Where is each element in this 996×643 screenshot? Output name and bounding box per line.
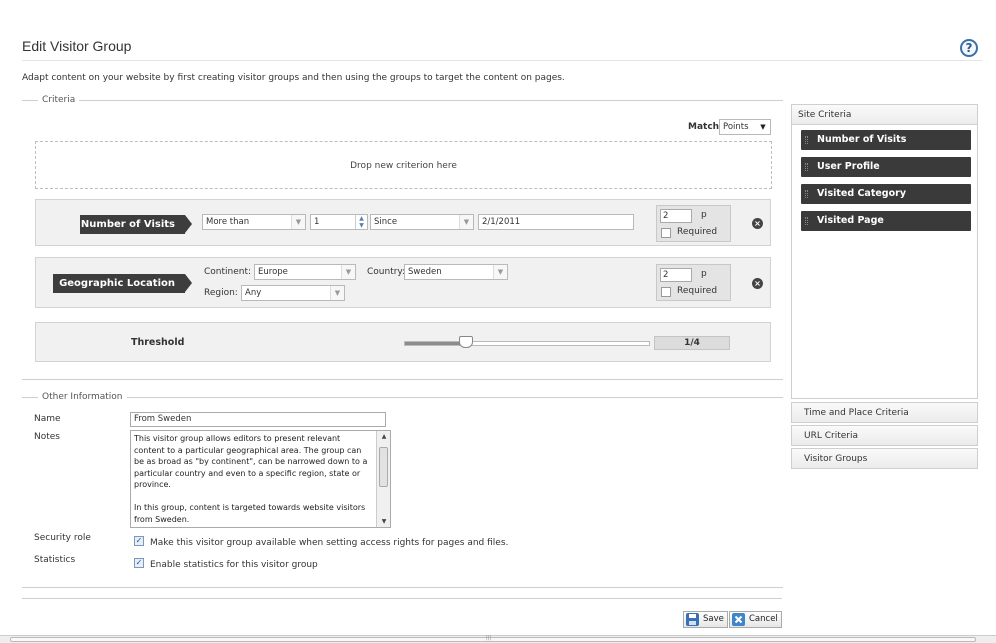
save-button[interactable]: Save bbox=[683, 611, 728, 628]
site-criteria-header[interactable]: Site Criteria bbox=[792, 105, 977, 125]
help-icon[interactable]: ? bbox=[960, 39, 978, 57]
comparison-select[interactable]: More than ▼ bbox=[202, 214, 306, 230]
drag-handle-icon bbox=[805, 163, 808, 171]
save-icon bbox=[686, 613, 699, 626]
drag-handle-icon bbox=[805, 190, 808, 198]
continent-select[interactable]: Europe ▼ bbox=[254, 264, 356, 280]
chevron-down-icon: ▼ bbox=[493, 265, 507, 279]
drag-handle-icon bbox=[805, 136, 808, 144]
points-unit: p bbox=[701, 210, 707, 220]
match-select[interactable]: Points ▼ bbox=[719, 119, 771, 135]
site-criteria-panel: Site Criteria Number of Visits User Prof… bbox=[791, 104, 978, 399]
required-checkbox[interactable] bbox=[661, 228, 671, 238]
scroll-thumb[interactable] bbox=[379, 447, 388, 487]
security-role-label: Security role bbox=[34, 533, 91, 543]
period-select-value: Since bbox=[374, 217, 398, 227]
criterion-tag-geographic-location[interactable]: Geographic Location bbox=[53, 274, 192, 293]
criteria-item-label: Visited Category bbox=[817, 188, 907, 199]
points-box: 2 p Required bbox=[656, 205, 731, 242]
criteria-item-visited-page[interactable]: Visited Page bbox=[801, 211, 971, 231]
horizontal-scrollbar[interactable]: ||| bbox=[0, 635, 996, 643]
criterion-number-of-visits: Number of Visits More than ▼ 1 ▲ ▼ Since … bbox=[35, 199, 771, 246]
tab-url-criteria[interactable]: URL Criteria bbox=[791, 425, 978, 446]
scroll-up-icon[interactable]: ▲ bbox=[377, 433, 390, 440]
continent-label: Continent: bbox=[204, 267, 252, 277]
tab-time-and-place-criteria[interactable]: Time and Place Criteria bbox=[791, 402, 978, 423]
period-select[interactable]: Since ▼ bbox=[370, 214, 474, 230]
chevron-down-icon: ▼ bbox=[330, 286, 344, 300]
required-label: Required bbox=[677, 227, 718, 237]
criteria-legend: Criteria bbox=[42, 95, 76, 105]
tab-visitor-groups[interactable]: Visitor Groups bbox=[791, 448, 978, 469]
name-label: Name bbox=[34, 414, 61, 424]
match-label: Match bbox=[688, 122, 720, 132]
security-role-checkbox[interactable]: ✓ bbox=[134, 536, 144, 546]
visit-count-value: 1 bbox=[314, 217, 320, 227]
notes-text: This visitor group allows editors to pre… bbox=[134, 434, 368, 524]
comparison-select-value: More than bbox=[206, 217, 250, 227]
region-label: Region: bbox=[204, 288, 238, 298]
security-role-text: Make this visitor group available when s… bbox=[150, 538, 509, 548]
criteria-item-label: Number of Visits bbox=[817, 134, 907, 145]
continent-select-value: Europe bbox=[258, 267, 288, 277]
remove-icon[interactable]: × bbox=[752, 278, 763, 289]
save-label: Save bbox=[703, 614, 724, 624]
cancel-label: Cancel bbox=[749, 614, 778, 624]
criteria-item-number-of-visits[interactable]: Number of Visits bbox=[801, 130, 971, 150]
threshold-label: Threshold bbox=[131, 337, 185, 348]
drag-handle-icon bbox=[805, 217, 808, 225]
scroll-down-icon[interactable]: ▼ bbox=[377, 518, 390, 525]
criteria-item-user-profile[interactable]: User Profile bbox=[801, 157, 971, 177]
criteria-item-visited-category[interactable]: Visited Category bbox=[801, 184, 971, 204]
points-box: 2 p Required bbox=[656, 264, 731, 301]
remove-icon[interactable]: × bbox=[752, 218, 763, 229]
page-title: Edit Visitor Group bbox=[22, 38, 132, 54]
visit-count-stepper[interactable]: 1 ▲ ▼ bbox=[310, 214, 368, 230]
notes-scrollbar[interactable]: ▲ ▼ bbox=[376, 431, 390, 527]
chevron-down-icon: ▼ bbox=[341, 265, 355, 279]
statistics-checkbox[interactable]: ✓ bbox=[134, 558, 144, 568]
required-checkbox[interactable] bbox=[661, 287, 671, 297]
title-divider bbox=[22, 60, 982, 61]
criterion-geographic-location: Geographic Location Continent: Europe ▼ … bbox=[35, 257, 771, 308]
criteria-item-label: Visited Page bbox=[817, 215, 884, 226]
name-field[interactable]: From Sweden bbox=[130, 412, 386, 427]
country-select-value: Sweden bbox=[408, 267, 442, 277]
since-date-input[interactable]: 2/1/2011 bbox=[478, 214, 634, 230]
stepper-arrows-icon[interactable]: ▲ ▼ bbox=[355, 215, 367, 229]
points-unit: p bbox=[701, 269, 707, 279]
slider-handle-icon[interactable] bbox=[459, 336, 473, 348]
other-info-legend: Other Information bbox=[42, 392, 123, 402]
required-label: Required bbox=[677, 286, 718, 296]
notes-label: Notes bbox=[34, 432, 60, 442]
threshold-slider[interactable] bbox=[404, 336, 650, 348]
horizontal-scroll-thumb[interactable] bbox=[10, 637, 976, 642]
match-select-value: Points bbox=[723, 122, 749, 132]
scroll-grip-icon: ||| bbox=[486, 635, 492, 641]
footer-divider bbox=[22, 598, 782, 599]
points-input[interactable]: 2 bbox=[660, 268, 692, 282]
chevron-down-icon: ▼ bbox=[291, 215, 305, 229]
chevron-down-icon: ▼ bbox=[756, 120, 770, 134]
notes-textarea[interactable]: This visitor group allows editors to pre… bbox=[130, 430, 391, 528]
country-select[interactable]: Sweden ▼ bbox=[404, 264, 508, 280]
points-input[interactable]: 2 bbox=[660, 209, 692, 223]
chevron-down-icon: ▼ bbox=[459, 215, 473, 229]
criteria-item-label: User Profile bbox=[817, 161, 880, 172]
cancel-button[interactable]: Cancel bbox=[729, 611, 782, 628]
criterion-dropzone[interactable]: Drop new criterion here bbox=[35, 141, 772, 189]
threshold-value: 1/4 bbox=[654, 336, 730, 350]
intro-text: Adapt content on your website by first c… bbox=[22, 73, 565, 83]
threshold-row: Threshold 1/4 bbox=[35, 322, 771, 362]
statistics-text: Enable statistics for this visitor group bbox=[150, 560, 318, 570]
statistics-label: Statistics bbox=[34, 555, 76, 565]
threshold-slider-fill bbox=[405, 342, 466, 345]
cancel-icon bbox=[732, 613, 745, 626]
country-label: Country: bbox=[367, 267, 406, 277]
region-select[interactable]: Any ▼ bbox=[241, 285, 345, 301]
criterion-tag-number-of-visits[interactable]: Number of Visits bbox=[80, 215, 192, 234]
region-select-value: Any bbox=[245, 288, 262, 298]
